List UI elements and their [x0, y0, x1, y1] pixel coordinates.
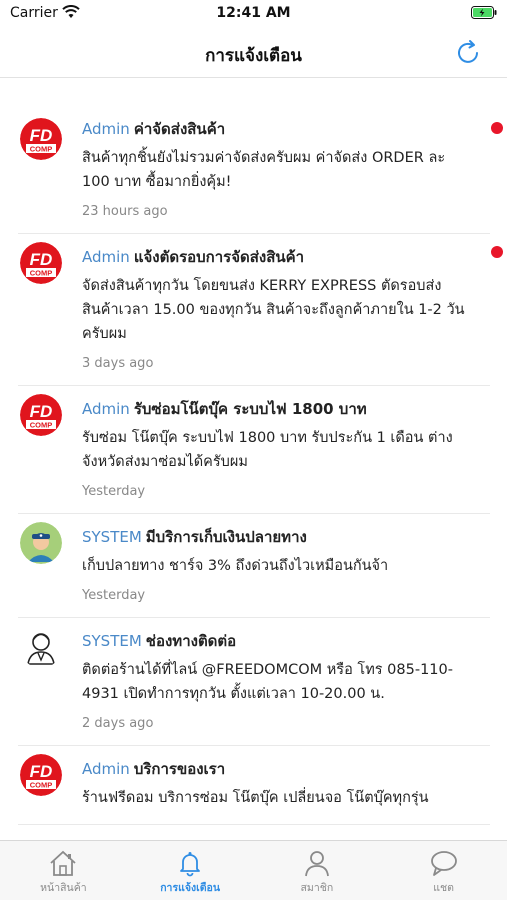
svg-text:FD: FD	[30, 250, 53, 269]
tab-label: สมาชิก	[300, 882, 334, 894]
notification-item[interactable]: FD COMP Admin รับซ่อมโน๊ตบุ๊ค ระบบไฟ 1800 บ…	[18, 386, 490, 514]
fd-comp-logo: FD COMP	[20, 394, 62, 436]
notification-body: ร้านฟรีดอม บริการซ่อม โน๊ตบุ๊ค เปลี่ยนจอ…	[82, 790, 429, 806]
tab-bell[interactable]: การแจ้งเตือน	[127, 841, 254, 900]
person-icon	[254, 849, 381, 877]
tab-label: หน้าสินค้า	[40, 882, 87, 894]
notification-subject: มีบริการเก็บเงินปลายทาง	[145, 528, 307, 546]
notification-header: SYSTEM ช่องทางติดต่อ	[82, 630, 472, 652]
notification-subject: ค่าจัดส่งสินค้า	[133, 120, 226, 138]
fd-comp-logo: FD COMP	[20, 242, 62, 284]
notification-subject: แจ้งตัดรอบการจัดส่งสินค้า	[133, 248, 305, 266]
fd-comp-logo: FD COMP	[20, 118, 62, 160]
notification-sender: Admin	[82, 760, 130, 778]
svg-text:COMP: COMP	[30, 145, 53, 154]
notification-header: SYSTEM มีบริการเก็บเงินปลายทาง	[82, 526, 472, 548]
support-person-avatar	[20, 626, 62, 668]
tab-home[interactable]: หน้าสินค้า	[0, 841, 127, 900]
notification-subject: บริการของเรา	[133, 760, 226, 778]
notification-header: Admin รับซ่อมโน๊ตบุ๊ค ระบบไฟ 1800 บาท	[82, 398, 472, 420]
notification-item[interactable]: FD COMP Admin ค่าจัดส่งสินค้าสินค้าทุกชิ้นย…	[18, 110, 503, 234]
notification-sender: SYSTEM	[82, 632, 142, 650]
tab-chat[interactable]: แชต	[380, 841, 507, 900]
notification-header: Admin ค่าจัดส่งสินค้า	[82, 118, 472, 140]
notification-time: 2 days ago	[82, 716, 154, 731]
unread-dot	[491, 122, 503, 134]
notification-sender: SYSTEM	[82, 528, 142, 546]
home-icon	[0, 849, 127, 877]
tab-label: การแจ้งเตือน	[160, 882, 221, 894]
fd-comp-logo: FD COMP	[20, 754, 62, 796]
svg-text:COMP: COMP	[30, 781, 53, 790]
bell-icon	[127, 849, 254, 877]
svg-text:FD: FD	[30, 126, 53, 145]
notification-subject: ช่องทางติดต่อ	[145, 632, 237, 650]
notification-time: Yesterday	[82, 588, 146, 603]
svg-text:FD: FD	[30, 402, 53, 421]
notification-sender: Admin	[82, 120, 130, 138]
svg-text:COMP: COMP	[30, 421, 53, 430]
notification-header: Admin บริการของเรา	[82, 758, 472, 780]
notification-body: จัดส่งสินค้าทุกวัน โดยขนส่ง KERRY EXPRES…	[82, 278, 465, 342]
notification-body: สินค้าทุกชิ้นยังไม่รวมค่าจัดส่งครับผม ค่…	[82, 150, 446, 190]
notification-subject: รับซ่อมโน๊ตบุ๊ค ระบบไฟ 1800 บาท	[133, 400, 367, 418]
chat-icon	[380, 849, 507, 877]
status-time: 12:41 AM	[216, 5, 291, 21]
notification-time: Yesterday	[82, 484, 146, 499]
tab-label: แชต	[433, 882, 454, 894]
notification-time: 3 days ago	[82, 356, 154, 371]
notification-sender: Admin	[82, 400, 130, 418]
notification-item[interactable]: SYSTEM มีบริการเก็บเงินปลายทางเก็บปลายทาง…	[18, 514, 490, 618]
svg-text:COMP: COMP	[30, 269, 53, 278]
tab-person[interactable]: สมาชิก	[254, 841, 381, 900]
notification-item[interactable]: SYSTEM ช่องทางติดต่อติดต่อร้านได้ที่ไลน์ …	[18, 618, 490, 746]
notification-item[interactable]: FD COMP Admin แจ้งตัดรอบการจัดส่งสินค้าจัดส…	[18, 234, 503, 386]
notification-body: ติดต่อร้านได้ที่ไลน์ @FREEDOMCOM หรือ โท…	[82, 662, 453, 702]
page-title: การแจ้งเตือน	[205, 46, 302, 66]
refresh-icon[interactable]	[453, 38, 483, 68]
svg-text:FD: FD	[30, 762, 53, 781]
delivery-person-avatar	[20, 522, 62, 564]
notification-body: เก็บปลายทาง ชาร์จ 3% ถึงด่วนถึงไวเหมือนก…	[82, 558, 389, 574]
tab-bar: หน้าสินค้า การแจ้งเตือน สมาชิก แชต	[0, 840, 507, 900]
unread-dot	[491, 246, 503, 258]
notification-sender: Admin	[82, 248, 130, 266]
notification-time: 23 hours ago	[82, 204, 168, 219]
status-bar: Carrier 12:41 AM	[0, 0, 507, 28]
notification-item[interactable]: FD COMP Admin บริการของเราร้านฟรีดอม บริการ…	[18, 746, 490, 825]
notification-body: รับซ่อม โน๊ตบุ๊ค ระบบไฟ 1800 บาท รับประก…	[82, 430, 453, 470]
navigation-bar: การแจ้งเตือน	[0, 28, 507, 78]
notification-list: FD COMP Admin ค่าจัดส่งสินค้า สินค้าทุกชิ้นย…	[0, 110, 507, 840]
notification-header: Admin แจ้งตัดรอบการจัดส่งสินค้า	[82, 246, 472, 268]
battery-charging-icon	[471, 6, 497, 19]
